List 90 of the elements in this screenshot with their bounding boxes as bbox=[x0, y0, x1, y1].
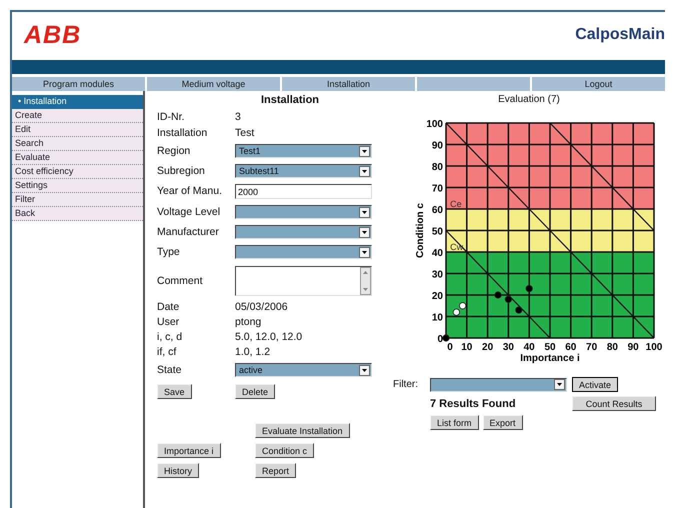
action-button[interactable]: List form bbox=[430, 415, 479, 430]
field-label: Type bbox=[157, 245, 181, 260]
field-value: 3 bbox=[235, 110, 242, 125]
comment-field[interactable] bbox=[235, 266, 372, 296]
chart-title: Evaluation (7) bbox=[497, 94, 561, 105]
axis-tick-label: 30 bbox=[432, 270, 443, 280]
data-point bbox=[442, 334, 450, 342]
axis-tick-label: 10 bbox=[461, 342, 472, 353]
field-label: Date bbox=[157, 300, 180, 315]
axis-tick-label: 90 bbox=[628, 342, 639, 353]
count-results-button[interactable]: Count Results bbox=[572, 396, 656, 411]
axis-tick-label: 20 bbox=[482, 342, 494, 353]
dropdown-field[interactable] bbox=[235, 205, 372, 219]
field-label: Manufacturer bbox=[157, 225, 220, 240]
axis-tick-label: 100 bbox=[426, 119, 443, 130]
dropdown-field[interactable] bbox=[430, 378, 567, 392]
logout-link[interactable]: Logout bbox=[532, 77, 665, 91]
dropdown-field[interactable]: Test1 bbox=[235, 144, 372, 158]
axis-tick-label: 60 bbox=[565, 342, 576, 353]
action-button[interactable]: Report bbox=[255, 463, 296, 478]
field-label: Region bbox=[157, 144, 192, 159]
axis-tick-label: 100 bbox=[646, 342, 662, 353]
sidebar-item[interactable]: Edit bbox=[12, 123, 143, 137]
x-axis-label: Importance i bbox=[520, 353, 580, 364]
text-field[interactable]: 2000 bbox=[235, 184, 372, 199]
axis-tick-label: 60 bbox=[432, 205, 443, 216]
sidebar-item[interactable]: Evaluate bbox=[12, 151, 143, 165]
sidebar-item[interactable]: Create bbox=[12, 109, 143, 123]
action-button[interactable]: Condition c bbox=[255, 443, 314, 458]
field-label: Installation bbox=[157, 126, 208, 141]
field-label: User bbox=[157, 315, 180, 330]
sidebar-item[interactable]: Settings bbox=[12, 179, 143, 193]
field-value: 05/03/2006 bbox=[235, 300, 289, 315]
sidebar-item[interactable]: • Installation bbox=[12, 95, 143, 109]
filter-label: Filter: bbox=[393, 379, 419, 390]
field-label: State bbox=[157, 363, 183, 378]
field-value: ptong bbox=[235, 315, 262, 330]
y-axis-label: Condition c bbox=[415, 203, 426, 258]
nav-tab[interactable]: Program modules bbox=[12, 77, 145, 91]
field-label: Comment bbox=[157, 274, 204, 289]
sidebar-item[interactable]: Filter bbox=[12, 193, 143, 207]
field-label: ID-Nr. bbox=[157, 110, 186, 125]
axis-tick-label: 90 bbox=[432, 140, 443, 152]
nav-tab[interactable]: Medium voltage bbox=[147, 77, 280, 91]
dropdown-field[interactable]: Subtest11 bbox=[235, 164, 372, 178]
axis-tick-label: 80 bbox=[432, 162, 443, 173]
activate-button[interactable]: Activate bbox=[572, 377, 618, 392]
field-label: i, c, d bbox=[157, 330, 184, 345]
zone-label: Ce bbox=[450, 199, 462, 209]
sidebar-item[interactable]: Back bbox=[12, 207, 143, 221]
field-label: if, cf bbox=[157, 345, 178, 360]
action-button[interactable]: History bbox=[157, 463, 200, 478]
logo: ABB bbox=[24, 20, 82, 50]
form-title: Installation bbox=[260, 94, 320, 106]
axis-tick-label: 10 bbox=[432, 312, 443, 324]
dropdown-field[interactable] bbox=[235, 245, 372, 259]
axis-tick-label: 0 bbox=[447, 342, 453, 353]
field-label: Year of Manu. bbox=[157, 184, 223, 199]
action-button[interactable]: Evaluate Installation bbox=[255, 423, 350, 438]
field-value: Test bbox=[235, 126, 256, 141]
data-point bbox=[504, 296, 512, 303]
dropdown-field[interactable]: active bbox=[235, 363, 372, 377]
axis-tick-label: 70 bbox=[586, 342, 598, 353]
sidebar-item[interactable]: Search bbox=[12, 137, 143, 151]
sidebar-item[interactable]: Cost efficiency bbox=[12, 165, 143, 179]
zone-label: Cw bbox=[450, 242, 464, 252]
action-button[interactable]: Importance i bbox=[157, 443, 221, 458]
action-button[interactable]: Export bbox=[482, 415, 523, 430]
nav-tab[interactable]: Installation bbox=[282, 77, 415, 91]
field-value: 5.0, 12.0, 12.0 bbox=[235, 330, 304, 345]
field-value: 1.0, 1.2 bbox=[235, 345, 272, 360]
axis-tick-label: 50 bbox=[544, 342, 556, 353]
axis-tick-label: 50 bbox=[432, 226, 443, 238]
axis-tick-label: 40 bbox=[432, 248, 443, 259]
scrollbar-icon[interactable] bbox=[360, 267, 371, 295]
data-point bbox=[515, 306, 522, 314]
axis-tick-label: 80 bbox=[606, 342, 618, 353]
dropdown-field[interactable] bbox=[235, 225, 372, 239]
axis-tick-label: 0 bbox=[437, 334, 443, 345]
results-count: 7 Results Found bbox=[430, 398, 517, 410]
axis-tick-label: 30 bbox=[502, 342, 514, 353]
data-point bbox=[494, 291, 502, 299]
action-button[interactable]: Delete bbox=[235, 384, 276, 399]
field-label: Voltage Level bbox=[157, 205, 222, 220]
axis-tick-label: 20 bbox=[432, 291, 443, 302]
axis-tick-label: 70 bbox=[432, 184, 443, 194]
app-title: CalposMain bbox=[575, 26, 665, 44]
field-label: Subregion bbox=[157, 164, 206, 179]
axis-tick-label: 40 bbox=[524, 342, 535, 353]
action-button[interactable]: Save bbox=[157, 384, 192, 399]
